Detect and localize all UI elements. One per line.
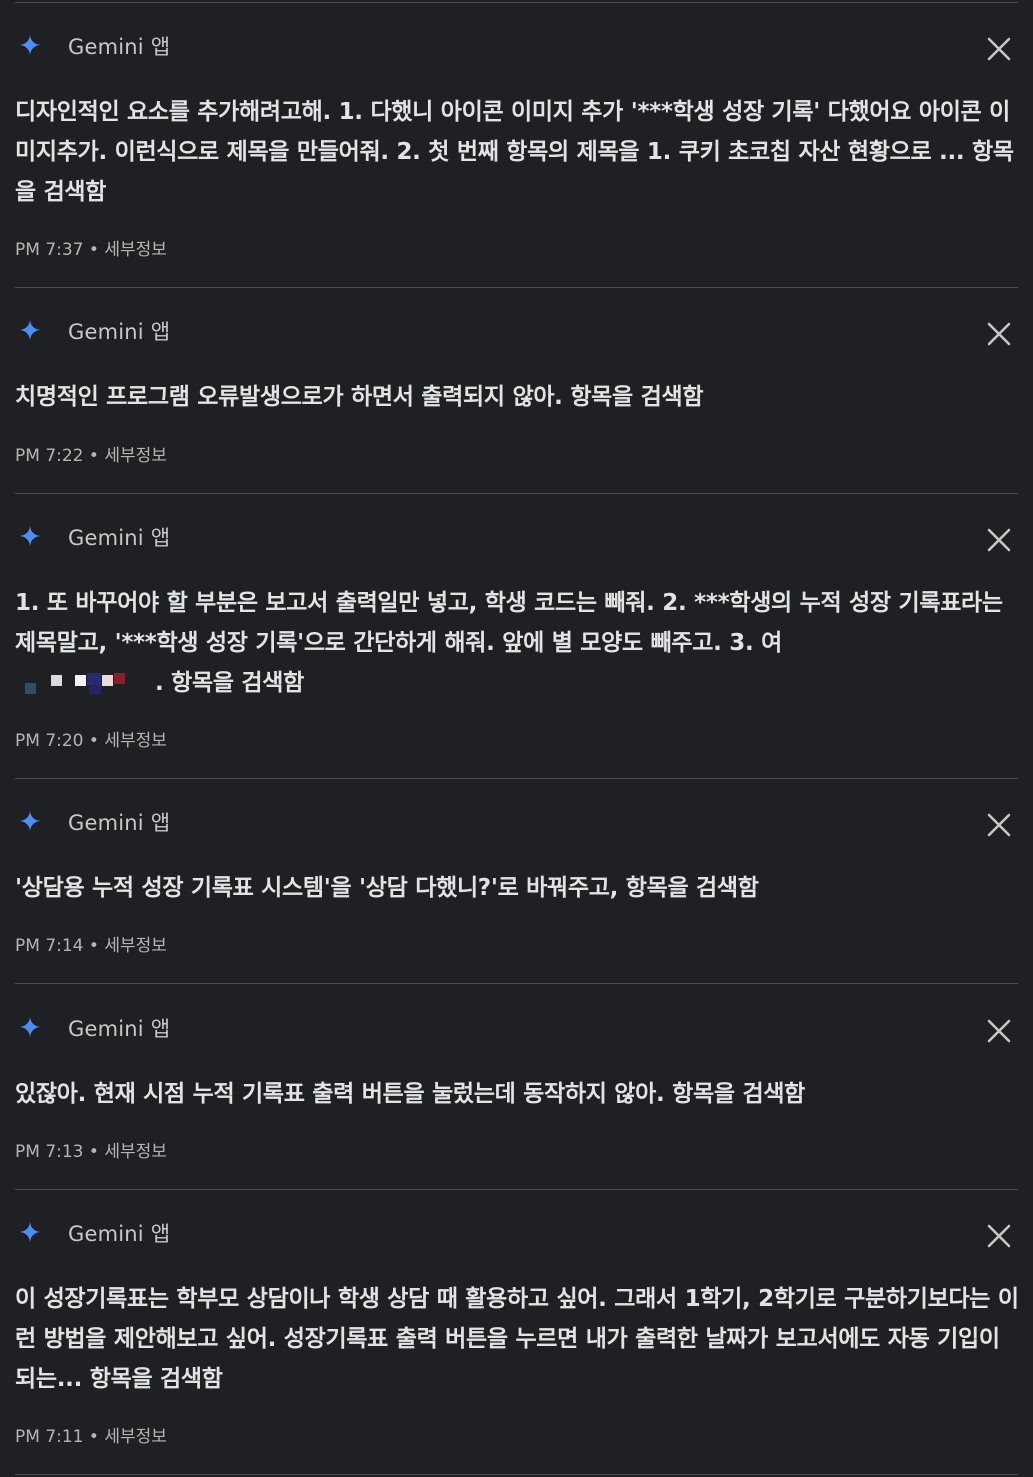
entry-header: Gemini 앱 xyxy=(0,517,1033,557)
redacted-block xyxy=(15,669,155,699)
close-icon[interactable] xyxy=(985,1222,1013,1250)
gemini-spark-icon xyxy=(19,525,41,547)
divider xyxy=(15,983,1018,984)
entry-time: PM 7:13 xyxy=(15,1142,84,1162)
meta-separator: • xyxy=(88,1427,105,1447)
gemini-spark-icon xyxy=(19,1016,41,1038)
close-icon[interactable] xyxy=(985,811,1013,839)
entry-meta: PM 7:13 • 세부정보 xyxy=(15,1137,167,1162)
entry-time: PM 7:14 xyxy=(15,936,84,956)
top-divider xyxy=(15,2,1018,3)
entry-header: Gemini 앱 xyxy=(0,26,1033,66)
activity-entry: Gemini 앱 이 성장기록표는 학부모 상담이나 학생 상담 때 활용하고 … xyxy=(0,1213,1033,1475)
meta-separator: • xyxy=(88,1142,105,1162)
divider xyxy=(15,778,1018,779)
details-link[interactable]: 세부정보 xyxy=(104,1142,167,1162)
entry-meta: PM 7:22 • 세부정보 xyxy=(15,441,167,466)
entry-header: Gemini 앱 xyxy=(0,311,1033,351)
meta-separator: • xyxy=(88,731,105,751)
entry-meta: PM 7:14 • 세부정보 xyxy=(15,931,167,956)
divider xyxy=(15,493,1018,494)
close-icon[interactable] xyxy=(985,35,1013,63)
app-name: Gemini 앱 xyxy=(68,1222,171,1246)
entry-header: Gemini 앱 xyxy=(0,1213,1033,1253)
details-link[interactable]: 세부정보 xyxy=(104,1427,167,1447)
entry-header: Gemini 앱 xyxy=(0,1008,1033,1048)
activity-entry: Gemini 앱 '상담용 누적 성장 기록표 시스템'을 '상담 다했니?'로… xyxy=(0,802,1033,984)
divider xyxy=(15,287,1018,288)
entry-prompt-text: 디자인적인 요소를 추가해려고해. 1. 다했니 아이콘 이미지 추가 '***… xyxy=(15,99,1014,205)
gemini-spark-icon xyxy=(19,810,41,832)
activity-entry: Gemini 앱 있잖아. 현재 시점 누적 기록표 출력 버튼을 눌렀는데 동… xyxy=(0,1008,1033,1190)
meta-separator: • xyxy=(88,240,105,260)
meta-separator: • xyxy=(88,446,105,466)
details-link[interactable]: 세부정보 xyxy=(104,731,167,751)
entry-text-after-redaction: . 항목을 검색함 xyxy=(155,670,305,696)
entry-time: PM 7:11 xyxy=(15,1427,84,1447)
entry-prompt-text: 이 성장기록표는 학부모 상담이나 학생 상담 때 활용하고 싶어. 그래서 1… xyxy=(15,1286,1019,1392)
app-name: Gemini 앱 xyxy=(68,526,171,550)
entry-time: PM 7:22 xyxy=(15,446,84,466)
entry-prompt-text: 1. 또 바꾸어야 할 부분은 보고서 출력일만 넣고, 학생 코드는 빼줘. … xyxy=(15,583,1020,703)
entry-meta: PM 7:37 • 세부정보 xyxy=(15,235,167,260)
activity-entry: Gemini 앱 치명적인 프로그램 오류발생으로가 하면서 출력되지 않아. … xyxy=(0,311,1033,493)
gemini-spark-icon xyxy=(19,1221,41,1243)
gemini-spark-icon xyxy=(19,319,41,341)
entry-meta: PM 7:11 • 세부정보 xyxy=(15,1422,167,1447)
app-name: Gemini 앱 xyxy=(68,320,171,344)
close-icon[interactable] xyxy=(985,1017,1013,1045)
details-link[interactable]: 세부정보 xyxy=(104,240,167,260)
entry-text-before-redaction: 1. 또 바꾸어야 할 부분은 보고서 출력일만 넣고, 학생 코드는 빼줘. … xyxy=(15,590,1003,656)
entry-prompt-text: 치명적인 프로그램 오류발생으로가 하면서 출력되지 않아. 항목을 검색함 xyxy=(15,384,704,410)
gemini-spark-icon xyxy=(19,34,41,56)
divider xyxy=(15,1189,1018,1190)
details-link[interactable]: 세부정보 xyxy=(104,446,167,466)
entry-prompt-text: 있잖아. 현재 시점 누적 기록표 출력 버튼을 눌렀는데 동작하지 않아. 항… xyxy=(15,1081,806,1107)
divider xyxy=(15,1474,1018,1475)
details-link[interactable]: 세부정보 xyxy=(104,936,167,956)
entry-header: Gemini 앱 xyxy=(0,802,1033,842)
app-name: Gemini 앱 xyxy=(68,35,171,59)
close-icon[interactable] xyxy=(985,320,1013,348)
entry-prompt-text: '상담용 누적 성장 기록표 시스템'을 '상담 다했니?'로 바꿔주고, 항목… xyxy=(15,875,759,901)
activity-entry: Gemini 앱 1. 또 바꾸어야 할 부분은 보고서 출력일만 넣고, 학생… xyxy=(0,517,1033,778)
activity-entry: Gemini 앱 디자인적인 요소를 추가해려고해. 1. 다했니 아이콘 이미… xyxy=(0,26,1033,288)
entry-meta: PM 7:20 • 세부정보 xyxy=(15,726,167,751)
meta-separator: • xyxy=(88,936,105,956)
app-name: Gemini 앱 xyxy=(68,1017,171,1041)
app-name: Gemini 앱 xyxy=(68,811,171,835)
close-icon[interactable] xyxy=(985,526,1013,554)
entry-time: PM 7:20 xyxy=(15,731,84,751)
entry-time: PM 7:37 xyxy=(15,240,84,260)
